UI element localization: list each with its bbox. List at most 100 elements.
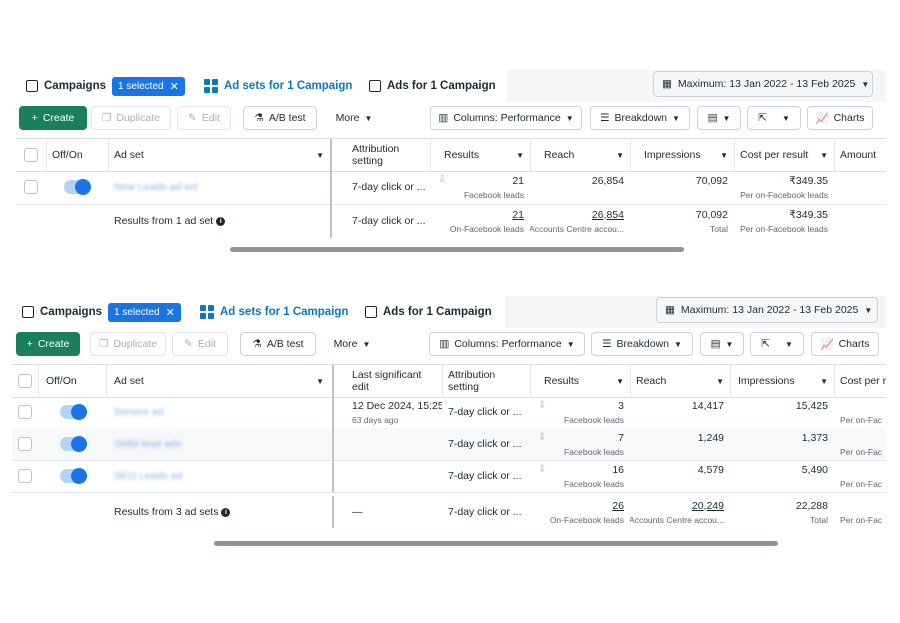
header-results[interactable]: Results ▼ (530, 365, 630, 397)
reports-button[interactable]: ▤ ▼ (697, 106, 741, 130)
summary-results-value[interactable]: 21 (512, 209, 524, 221)
date-range-picker[interactable]: ▦ Maximum: 13 Jan 2022 - 13 Feb 2025 ▼ (656, 297, 878, 323)
row-checkbox-cell (12, 396, 38, 428)
more-button[interactable]: More ▼ (326, 106, 382, 130)
header-attribution[interactable]: Attribution setting (442, 365, 530, 397)
create-button[interactable]: + Create (19, 106, 87, 130)
adset-toggle[interactable] (60, 436, 87, 452)
tab-ads[interactable]: Ads for 1 Campaign (361, 70, 507, 102)
table-row[interactable]: Service ad 12 Dec 2024, 15:25 63 days ago… (12, 396, 886, 429)
summary-attribution: 7-day click or ... (352, 215, 426, 227)
report-icon: ▤ (707, 112, 718, 124)
more-button[interactable]: More ▼ (324, 332, 380, 356)
header-impressions[interactable]: Impressions ▼ (630, 139, 734, 171)
create-label: Create (42, 112, 75, 124)
table-row[interactable]: SEO Leads ad 7-day click or ... ⇩ 16 Fac… (12, 460, 886, 493)
summary-results-value[interactable]: 26 (612, 500, 624, 512)
horizontal-scrollbar[interactable] (214, 541, 778, 546)
tab-adsets[interactable]: Ad sets for 1 Campaign (194, 296, 358, 328)
header-results-label: Results (444, 149, 480, 161)
adset-toggle[interactable] (60, 404, 87, 420)
adset-name-link[interactable]: New Leads ad set (114, 181, 198, 193)
header-amount[interactable]: Amount (834, 139, 886, 171)
info-icon[interactable]: i (221, 507, 231, 517)
more-label: More (333, 338, 358, 350)
row-checkbox[interactable] (18, 437, 32, 451)
adset-name-link[interactable]: SMM lead ads (114, 438, 181, 450)
select-all-checkbox-cell (12, 365, 38, 397)
summary-cpr-sub: Per on-Fac (840, 514, 883, 525)
reach-cell: 1,249 (630, 428, 730, 460)
header-cost-per-result[interactable]: Cost per result ▼ (734, 139, 834, 171)
header-adset[interactable]: Ad set ▼ (108, 365, 330, 397)
summary-attribution: 7-day click or ... (448, 506, 522, 518)
row-checkbox[interactable] (24, 180, 38, 194)
header-last-edit[interactable]: Last significant edit (346, 365, 442, 397)
header-last-edit-label: Last significant edit (352, 369, 422, 393)
adset-name-link[interactable]: SEO Leads ad (114, 470, 182, 482)
reach-cell: 14,417 (630, 396, 730, 428)
charts-button[interactable]: 📈 Charts (807, 106, 873, 130)
header-impressions-label: Impressions (644, 149, 701, 161)
edit-button[interactable]: ✎ Edit (172, 332, 228, 356)
tab-adsets[interactable]: Ad sets for 1 Campaign (196, 70, 364, 102)
columns-button[interactable]: ▥ Columns: Performance ▼ (429, 332, 585, 356)
columns-button[interactable]: ▥ Columns: Performance ▼ (430, 106, 582, 130)
adset-name-link[interactable]: Service ad (114, 406, 164, 418)
chevron-down-icon: ▼ (820, 150, 828, 160)
close-icon[interactable]: ✕ (170, 80, 179, 93)
header-reach[interactable]: Reach ▼ (630, 365, 730, 397)
selected-badge[interactable]: 1 selected ✕ (112, 76, 185, 96)
charts-label: Charts (833, 112, 865, 124)
ab-test-button[interactable]: ⚗ A/B test (240, 332, 316, 356)
select-all-checkbox[interactable] (18, 374, 32, 388)
duplicate-button[interactable]: ❐ Duplicate (90, 332, 166, 356)
table-header: Off/On Ad set ▼ Last significant edit Att… (12, 364, 886, 398)
select-all-checkbox[interactable] (24, 148, 38, 162)
tab-adsets-label: Ad sets for 1 Campaign (224, 80, 353, 92)
ad-square-icon (369, 80, 381, 92)
charts-button[interactable]: 📈 Charts (811, 332, 879, 356)
adset-toggle[interactable] (60, 468, 87, 484)
close-icon[interactable]: ✕ (166, 306, 175, 319)
chevron-down-icon: ▼ (725, 339, 734, 349)
duplicate-button[interactable]: ❐ Duplicate (91, 106, 171, 130)
header-offon[interactable]: Off/On (46, 139, 108, 171)
selected-badge[interactable]: 1 selected ✕ (108, 302, 181, 322)
export-button[interactable]: ⇱ ▼ (750, 332, 804, 356)
summary-reach-value[interactable]: 26,854 (592, 209, 624, 221)
tab-ads[interactable]: Ads for 1 Campaign (357, 296, 505, 328)
reports-button[interactable]: ▤ ▼ (700, 332, 744, 356)
create-button[interactable]: + Create (16, 332, 80, 356)
impressions-cell: 15,425 (730, 396, 834, 428)
horizontal-scrollbar[interactable] (230, 247, 684, 252)
header-offon[interactable]: Off/On (40, 365, 106, 397)
columns-icon: ▥ (439, 338, 450, 350)
header-adset[interactable]: Ad set ▼ (108, 139, 330, 171)
summary-reach-value[interactable]: 20,249 (692, 500, 724, 512)
chevron-down-icon: ▼ (566, 339, 575, 349)
export-button[interactable]: ⇱ ▼ (747, 106, 801, 130)
header-impressions[interactable]: Impressions ▼ (730, 365, 834, 397)
header-attribution[interactable]: Attribution setting (346, 139, 430, 171)
date-range-picker[interactable]: ▦ Maximum: 13 Jan 2022 - 13 Feb 2025 ▼ (653, 71, 873, 97)
chevron-down-icon: ▼ (616, 376, 624, 386)
edit-label: Edit (201, 112, 220, 124)
edit-button[interactable]: ✎ Edit (177, 106, 231, 130)
breakdown-button[interactable]: ☰ Breakdown ▼ (590, 106, 690, 130)
header-cost-per-result[interactable]: Cost per r (834, 365, 886, 397)
table-row[interactable]: New Leads ad set 7-day click or ... ⇩ 21… (16, 170, 886, 205)
breakdown-label: Breakdown (616, 338, 670, 350)
header-reach[interactable]: Reach ▼ (530, 139, 630, 171)
header-results[interactable]: Results ▼ (430, 139, 530, 171)
row-checkbox[interactable] (18, 469, 32, 483)
pencil-icon: ✎ (188, 112, 197, 124)
ab-test-button[interactable]: ⚗ A/B test (243, 106, 317, 130)
table-row[interactable]: SMM lead ads 7-day click or ... ⇩ 7 Face… (12, 428, 886, 461)
info-icon[interactable]: i (216, 216, 226, 226)
tab-campaigns[interactable]: Campaigns 1 selected ✕ (12, 296, 200, 328)
adset-toggle[interactable] (64, 179, 91, 195)
row-checkbox[interactable] (18, 405, 32, 419)
tab-campaigns[interactable]: Campaigns 1 selected ✕ (16, 70, 202, 102)
breakdown-button[interactable]: ☰ Breakdown ▼ (591, 332, 693, 356)
